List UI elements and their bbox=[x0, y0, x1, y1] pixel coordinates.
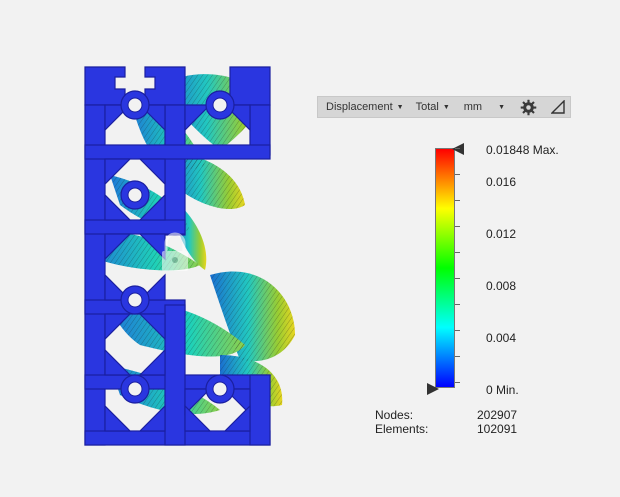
legend-tick bbox=[455, 200, 460, 201]
max-slider-handle[interactable] bbox=[452, 143, 464, 155]
canvas-viewport[interactable]: Displacement ▼ Total ▼ mm ▼ 0.01848 Max.… bbox=[0, 0, 620, 497]
settings-button[interactable] bbox=[519, 98, 537, 116]
lock-icon bbox=[162, 232, 188, 271]
legend-tick bbox=[455, 304, 460, 305]
deformed-model[interactable] bbox=[70, 55, 310, 455]
chevron-down-icon: ▼ bbox=[442, 103, 450, 111]
legend-tick-label: 0.016 bbox=[486, 175, 517, 189]
unit-label: mm bbox=[463, 101, 483, 113]
component-label: Total bbox=[415, 101, 439, 113]
legend-tick bbox=[455, 226, 460, 227]
unit-dropdown[interactable]: mm ▼ bbox=[464, 97, 505, 117]
color-legend-bar bbox=[435, 148, 455, 388]
chevron-down-icon: ▼ bbox=[498, 103, 506, 111]
expand-triangle-icon bbox=[551, 100, 565, 114]
legend-tick-label: 0.012 bbox=[486, 227, 517, 241]
results-toolbar: Displacement ▼ Total ▼ mm ▼ bbox=[317, 96, 571, 118]
legend-tick bbox=[455, 330, 460, 331]
component-dropdown[interactable]: Total ▼ bbox=[416, 97, 450, 117]
nodes-label: Nodes: bbox=[375, 408, 414, 422]
result-type-dropdown[interactable]: Displacement ▼ bbox=[326, 97, 404, 117]
elements-label: Elements: bbox=[375, 422, 429, 436]
nodes-value: 202907 bbox=[477, 408, 518, 422]
legend-min-label: 0 Min. bbox=[486, 383, 519, 397]
legend-tick-label: 0.008 bbox=[486, 279, 517, 293]
chevron-down-icon: ▼ bbox=[396, 103, 404, 111]
legend-tick bbox=[455, 148, 460, 149]
legend-tick bbox=[455, 356, 460, 357]
legend-tick bbox=[455, 252, 460, 253]
min-slider-handle[interactable] bbox=[427, 383, 439, 395]
expand-legend-button[interactable] bbox=[550, 99, 566, 115]
gear-icon bbox=[520, 99, 536, 115]
legend-tick bbox=[455, 278, 460, 279]
legend-max-label: 0.01848 Max. bbox=[486, 143, 559, 157]
elements-value: 102091 bbox=[477, 422, 518, 436]
result-type-label: Displacement bbox=[326, 101, 393, 113]
legend-tick-label: 0.004 bbox=[486, 331, 517, 345]
legend-tick bbox=[455, 174, 460, 175]
legend-tick bbox=[455, 382, 460, 383]
